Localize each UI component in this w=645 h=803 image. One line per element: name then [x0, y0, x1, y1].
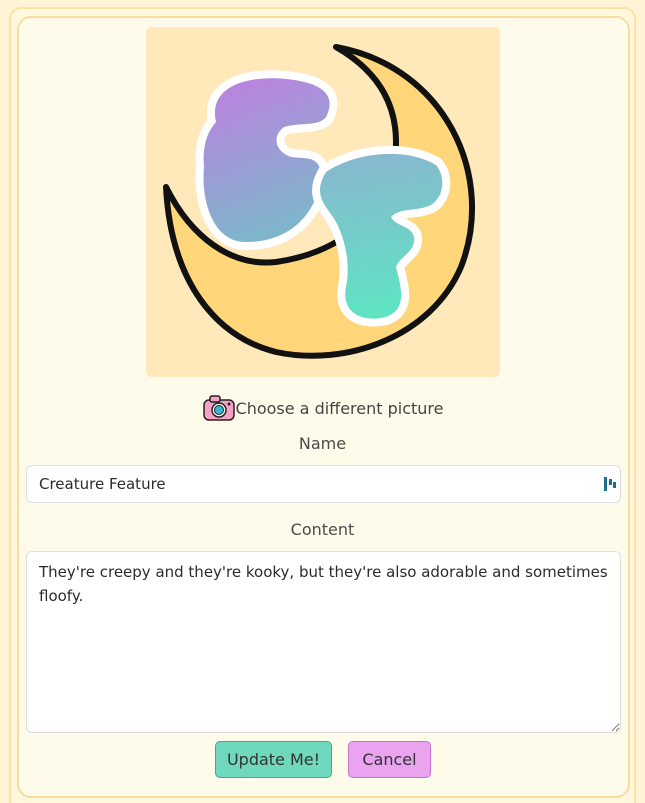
name-input[interactable] — [26, 465, 621, 503]
cancel-button[interactable]: Cancel — [348, 741, 431, 778]
name-label: Name — [298, 434, 347, 453]
content-label: Content — [290, 520, 355, 539]
content-textarea[interactable]: They're creepy and they're kooky, but th… — [26, 551, 621, 733]
update-button[interactable]: Update Me! — [215, 741, 332, 778]
creature-feature-moon-logo — [163, 44, 476, 359]
choose-picture-label: Choose a different picture — [235, 398, 444, 418]
camera-icon — [202, 395, 235, 421]
choose-picture-link[interactable]: Choose a different picture — [0, 393, 645, 423]
profile-picture — [146, 27, 500, 377]
password-manager-icon[interactable] — [604, 477, 616, 491]
